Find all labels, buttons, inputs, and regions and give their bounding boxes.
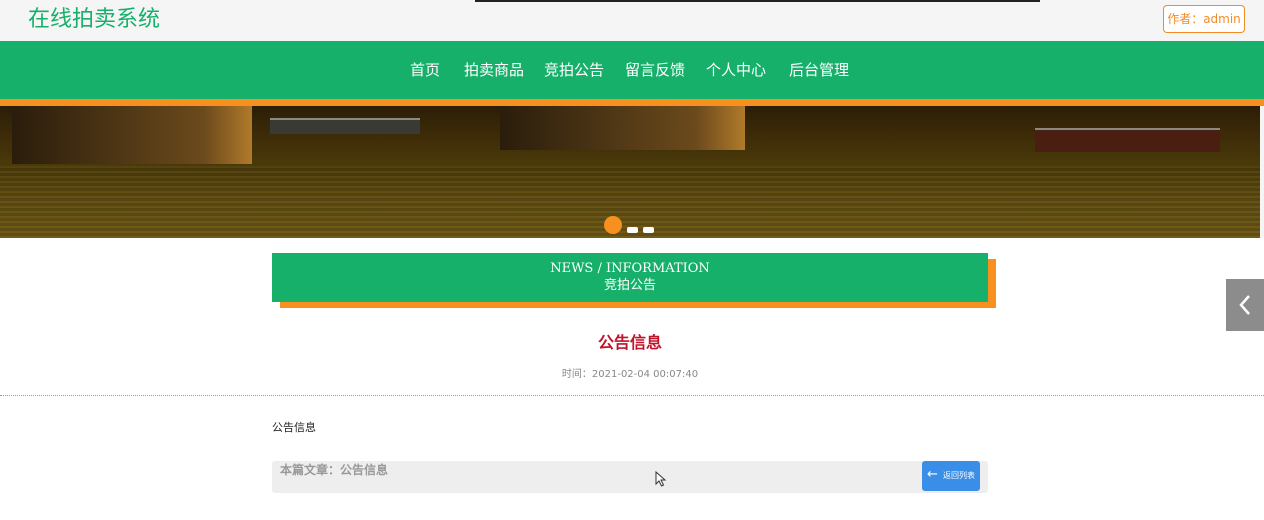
carousel-dot-active[interactable] [604,216,622,234]
nav-item-bid-notices[interactable]: 竞拍公告 [544,59,604,81]
article-time: 时间：2021-02-04 00:07:40 [561,369,699,380]
back-to-list-label: 返回列表 [943,471,975,480]
banner-boat [270,118,420,134]
article-body: 公告信息 [272,421,316,434]
arrow-left-icon: ← [927,467,938,482]
divider [0,395,1264,396]
nav-item-auction-goods[interactable]: 拍卖商品 [464,59,524,81]
mouse-cursor-icon [655,471,667,487]
carousel-indicators [598,213,662,237]
current-article-label: 本篇文章：公告信息 [280,463,389,477]
section-header: NEWS / INFORMATION 竞拍公告 [272,253,988,302]
carousel-dot[interactable] [643,227,654,233]
nav-accent-bar [0,99,1264,106]
article-footer-bar: 本篇文章：公告信息 ← 返回列表 [272,461,988,493]
banner-boat [1035,128,1220,152]
author-button[interactable]: 作者：admin [1163,5,1245,33]
article-title: 公告信息 [597,333,662,352]
main-nav: 首页 拍卖商品 竞拍公告 留言反馈 个人中心 后台管理 [0,41,1264,99]
top-strip [475,0,1040,2]
banner-bridge-pier [500,106,745,150]
banner-right-edge [1260,106,1264,238]
carousel-dot[interactable] [627,227,638,233]
side-panel-toggle[interactable] [1226,279,1264,331]
nav-item-feedback[interactable]: 留言反馈 [625,59,685,81]
top-bar: 在线拍卖系统 作者：admin [0,0,1264,41]
chevron-left-icon [1239,295,1250,315]
nav-item-admin[interactable]: 后台管理 [789,59,849,81]
back-to-list-button[interactable]: ← 返回列表 [922,461,980,491]
banner-bridge-pier [12,106,252,164]
nav-item-home[interactable]: 首页 [410,59,440,81]
section-title-cn: 竞拍公告 [603,278,656,293]
section-title-en: NEWS / INFORMATION [550,261,710,276]
site-title[interactable]: 在线拍卖系统 [28,5,160,35]
nav-item-user-center[interactable]: 个人中心 [706,59,766,81]
